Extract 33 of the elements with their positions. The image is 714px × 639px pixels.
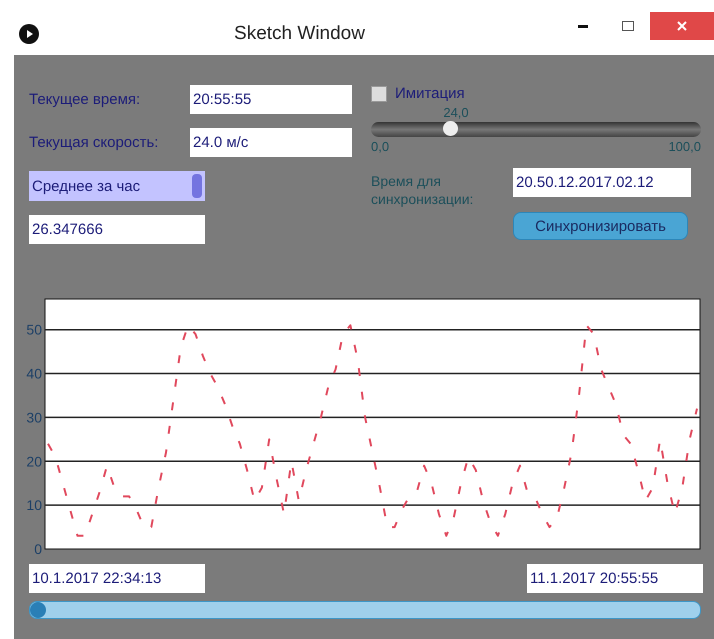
range-scrollbar[interactable] <box>29 601 701 619</box>
window-title: Sketch Window <box>233 22 366 44</box>
axis-label: 30 <box>26 409 42 426</box>
imitation-checkbox[interactable] <box>371 86 387 102</box>
sync-label: Время для синхронизации: <box>371 172 474 209</box>
end-date-field[interactable]: 11.1.2017 20:55:55 <box>527 564 703 593</box>
axis-label: 10 <box>26 497 42 514</box>
scrollbar-thumb[interactable] <box>30 602 46 618</box>
speed-field[interactable]: 24.0 м/с <box>190 128 352 157</box>
slider-reading: 24,0 <box>443 105 469 120</box>
slider-max: 100,0 <box>668 139 701 154</box>
close-button[interactable] <box>650 12 714 40</box>
minimize-icon[interactable] <box>578 24 588 28</box>
axis-label: 20 <box>26 453 42 470</box>
dropdown-handle[interactable] <box>192 174 202 198</box>
average-dropdown[interactable]: Среднее за час <box>29 171 205 201</box>
axis-label: 50 <box>26 322 42 338</box>
time-label: Текущее время: <box>29 91 142 108</box>
close-icon <box>677 21 687 31</box>
sync-time-field[interactable]: 20.50.12.2017.02.12 <box>513 168 691 197</box>
slider-min: 0,0 <box>371 139 390 154</box>
speed-slider[interactable] <box>371 122 701 137</box>
time-field[interactable]: 20:55:55 <box>190 85 352 114</box>
imitation-label: Имитация <box>395 85 465 102</box>
speed-label: Текущая скорость: <box>29 134 160 151</box>
start-date-field[interactable]: 10.1.2017 22:34:13 <box>29 564 205 593</box>
sync-button[interactable]: Синхронизировать <box>513 212 688 240</box>
app-icon <box>19 24 39 44</box>
maximize-icon[interactable] <box>622 21 634 31</box>
axis-label: 0 <box>34 541 42 557</box>
axis-label: 40 <box>26 366 42 382</box>
average-field[interactable]: 26.347666 <box>29 215 205 244</box>
slider-thumb[interactable] <box>443 121 458 136</box>
